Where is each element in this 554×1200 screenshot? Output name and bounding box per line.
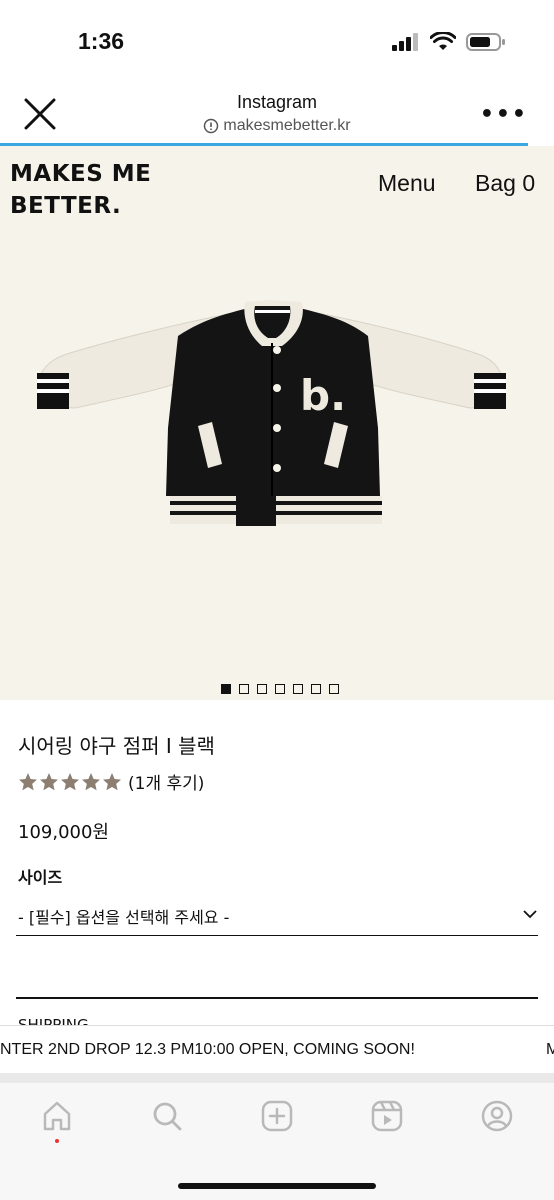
shipping-section-title[interactable]: SHIPPING (18, 1016, 89, 1025)
star-icon (61, 772, 79, 790)
size-select[interactable]: - [필수] 옵션을 선택해 주세요 - (16, 896, 538, 936)
browser-header: Instagram makesmebetter.kr ••• (0, 84, 554, 146)
product-rating[interactable]: (1개 후기) (18, 769, 204, 794)
gallery-pagination[interactable] (221, 684, 339, 694)
product-image-gallery[interactable]: b. (0, 228, 554, 700)
jacket-illustration: b. (37, 300, 506, 526)
home-indicator (178, 1183, 376, 1189)
star-icon (82, 772, 100, 790)
signal-icon (392, 33, 418, 51)
banner-text-next: M (546, 1041, 554, 1059)
chevron-down-icon (523, 910, 537, 919)
site-header: MAKES ME BETTER. Menu Bag 0 (0, 146, 554, 228)
review-count[interactable]: (1개 후기) (128, 769, 204, 794)
product-name: 시어링 야구 점퍼 I 블랙 (18, 734, 215, 758)
browser-url-text: makesmebetter.kr (223, 117, 351, 134)
status-bar: 1:36 (0, 0, 554, 84)
gallery-dot[interactable] (275, 684, 285, 694)
home-icon[interactable] (40, 1099, 74, 1133)
profile-icon[interactable] (480, 1099, 514, 1133)
info-icon (204, 118, 219, 134)
wifi-icon (430, 32, 456, 50)
more-options-icon[interactable]: ••• (480, 102, 528, 127)
browser-title-block: Instagram makesmebetter.kr (0, 92, 554, 138)
search-icon[interactable] (150, 1099, 184, 1133)
star-icon (40, 772, 58, 790)
brand-logo[interactable]: MAKES ME BETTER. (10, 158, 151, 222)
content-peek-strip (0, 1073, 554, 1083)
browser-title: Instagram (236, 92, 318, 112)
svg-text:b.: b. (300, 371, 346, 420)
reels-icon[interactable] (370, 1099, 404, 1133)
product-price: 109,000원 (18, 822, 109, 843)
browser-url[interactable]: makesmebetter.kr (203, 117, 351, 135)
gallery-dot[interactable] (329, 684, 339, 694)
star-icon (103, 772, 121, 790)
menu-link[interactable]: Menu (378, 170, 436, 197)
section-divider (16, 997, 538, 999)
gallery-dot[interactable] (221, 684, 231, 694)
status-time: 1:36 (78, 28, 125, 54)
gallery-dot[interactable] (293, 684, 303, 694)
gallery-dot[interactable] (239, 684, 249, 694)
create-icon[interactable] (260, 1099, 294, 1133)
announcement-banner: NTER 2ND DROP 12.3 PM10:00 OPEN, COMING … (0, 1025, 554, 1073)
gallery-dot[interactable] (311, 684, 321, 694)
gallery-dot[interactable] (257, 684, 267, 694)
bag-link[interactable]: Bag 0 (475, 170, 535, 197)
status-icons (392, 32, 506, 52)
size-select-value: - [필수] 옵션을 선택해 주세요 - (18, 908, 230, 927)
product-info: 시어링 야구 점퍼 I 블랙 (1개 후기) 109,000원 사이즈 - [필… (0, 700, 554, 1025)
size-label: 사이즈 (18, 868, 63, 887)
home-active-dot (55, 1139, 59, 1143)
instagram-bottom-nav (0, 1073, 554, 1200)
banner-text: NTER 2ND DROP 12.3 PM10:00 OPEN, COMING … (0, 1041, 415, 1058)
star-icon (19, 772, 37, 790)
battery-icon (466, 33, 505, 51)
